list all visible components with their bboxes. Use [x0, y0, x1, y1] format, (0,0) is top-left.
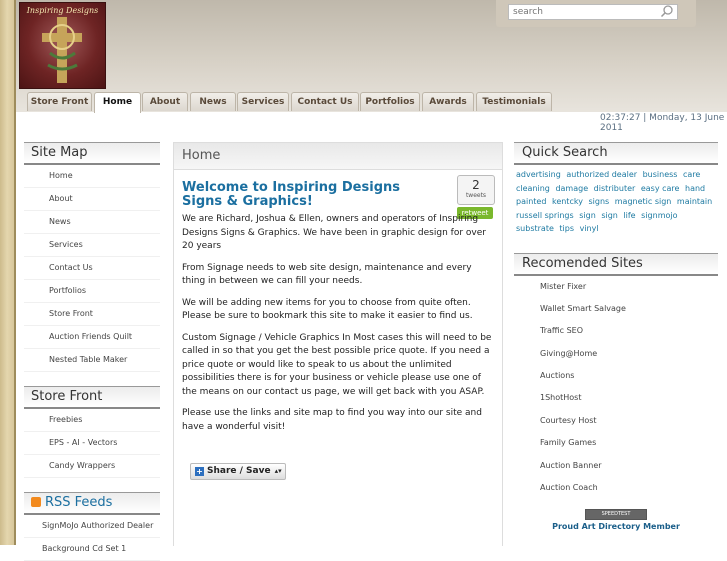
tag-link[interactable]: russell springs — [516, 211, 574, 220]
recommended-site[interactable]: Auctions — [514, 365, 718, 387]
post-body: Welcome to Inspiring Designs Signs & Gra… — [182, 181, 496, 442]
tag-link[interactable]: substrate — [516, 224, 554, 233]
recommended-site[interactable]: Traffic SEO — [514, 320, 718, 342]
post-paragraph: We are Richard, Joshua & Ellen, owners a… — [182, 214, 486, 251]
tab-awards[interactable]: Awards — [422, 92, 474, 111]
tab-about[interactable]: About — [142, 92, 188, 111]
recommended-site[interactable]: Auction Coach — [514, 477, 718, 499]
store-item-eps-ai-vectors[interactable]: EPS - AI - Vectors — [24, 432, 160, 455]
rss-title: RSS Feeds — [45, 495, 113, 510]
tab-store-front[interactable]: Store Front — [27, 92, 92, 111]
sitemap-item-news[interactable]: News — [24, 211, 160, 234]
main-content: Home 2 tweets retweet Welcome to Inspiri… — [173, 142, 503, 546]
tag-link[interactable]: signmojo — [641, 211, 677, 220]
search-icon[interactable] — [660, 4, 674, 18]
post-paragraph: Custom Signage / Vehicle Graphics In Mos… — [182, 332, 492, 397]
sidebar-left: Site Map Home About News Services Contac… — [24, 142, 160, 561]
post-paragraph: From Signage needs to web site design, m… — [182, 262, 472, 287]
tag-link[interactable]: distributer — [594, 184, 636, 193]
tag-link[interactable]: tips — [559, 224, 574, 233]
tag-cloud: advertising authorized dealer business c… — [514, 165, 718, 239]
tag-link[interactable]: cleaning — [516, 184, 550, 193]
tag-link[interactable]: maintain — [677, 197, 712, 206]
recommended-site[interactable]: 1ShotHost — [514, 387, 718, 409]
recommended-site[interactable]: Auction Banner — [514, 455, 718, 477]
quick-search-heading: Quick Search — [514, 142, 718, 165]
tag-link[interactable]: life — [623, 211, 635, 220]
tag-link[interactable]: sign — [601, 211, 618, 220]
post-paragraph: Please use the links and site map to fin… — [182, 408, 482, 432]
tab-news[interactable]: News — [190, 92, 236, 111]
rss-item[interactable]: SignMoJo Authorized Dealer — [24, 515, 160, 538]
tag-link[interactable]: signs — [588, 197, 609, 206]
recommended-site[interactable]: Wallet Smart Salvage — [514, 298, 718, 320]
sitemap-item-store-front[interactable]: Store Front — [24, 303, 160, 326]
share-label: Share / Save — [207, 466, 271, 476]
tab-portfolios[interactable]: Portfolios — [360, 92, 420, 111]
recommended-site[interactable]: Courtesy Host — [514, 410, 718, 432]
sitemap-item-services[interactable]: Services — [24, 234, 160, 257]
sitemap-item-auction-friends-quilt[interactable]: Auction Friends Quilt — [24, 326, 160, 349]
chevron-icon: ▴▾ — [274, 467, 282, 475]
sidebar-right: Quick Search advertising authorized deal… — [514, 142, 718, 531]
tag-link[interactable]: advertising — [516, 170, 561, 179]
tab-testimonials[interactable]: Testimonials — [476, 92, 552, 111]
search-input[interactable] — [508, 4, 678, 20]
search-bar — [496, 0, 696, 27]
speedtest-badge[interactable]: SPEEDTEST — [585, 509, 647, 521]
sitemap-item-about[interactable]: About — [24, 188, 160, 211]
rss-item[interactable]: Background Cd Set 1 — [24, 538, 160, 561]
share-plus-icon: + — [195, 467, 204, 476]
parchment-border — [0, 0, 16, 545]
share-save-button[interactable]: + Share / Save ▴▾ — [190, 463, 286, 480]
tab-home[interactable]: Home — [94, 92, 141, 113]
store-item-candy-wrappers[interactable]: Candy Wrappers — [24, 455, 160, 478]
post-paragraph: We will be adding new items for you to c… — [182, 297, 473, 322]
tab-contact-us[interactable]: Contact Us — [291, 92, 359, 111]
tag-link[interactable]: business — [643, 170, 678, 179]
rss-icon — [31, 497, 41, 507]
post-title[interactable]: Welcome to Inspiring Designs Signs & Gra… — [182, 181, 437, 209]
recommended-site[interactable]: Mister Fixer — [514, 276, 718, 298]
sitemap-item-contact-us[interactable]: Contact Us — [24, 257, 160, 280]
sitemap-item-home[interactable]: Home — [24, 165, 160, 188]
sitemap-item-nested-table-maker[interactable]: Nested Table Maker — [24, 349, 160, 372]
rss-heading: RSS Feeds — [24, 492, 160, 515]
tag-link[interactable]: sign — [579, 211, 596, 220]
store-front-heading: Store Front — [24, 386, 160, 409]
recommended-heading: Recomended Sites — [514, 252, 718, 276]
cross-logo-icon — [42, 17, 82, 83]
tag-link[interactable]: care — [683, 170, 700, 179]
tag-link[interactable]: vinyl — [580, 224, 599, 233]
store-item-freebies[interactable]: Freebies — [24, 409, 160, 432]
tag-link[interactable]: authorized dealer — [566, 170, 637, 179]
page-title: Home — [174, 143, 502, 170]
tag-link[interactable]: magnetic sign — [615, 197, 672, 206]
proud-member-link[interactable]: Proud Art Directory Member — [514, 522, 718, 531]
site-map-heading: Site Map — [24, 142, 160, 165]
tab-services[interactable]: Services — [237, 92, 289, 111]
recommended-site[interactable]: Family Games — [514, 432, 718, 454]
site-logo[interactable]: Inspiring Designs — [19, 2, 106, 89]
sitemap-item-portfolios[interactable]: Portfolios — [24, 280, 160, 303]
date-time: 02:37:27 | Monday, 13 June 2011 — [600, 113, 725, 133]
recommended-site[interactable]: Giving@Home — [514, 343, 718, 365]
tag-link[interactable]: damage — [555, 184, 588, 193]
tag-link[interactable]: kentcky — [552, 197, 583, 206]
tag-link[interactable]: easy care — [641, 184, 680, 193]
